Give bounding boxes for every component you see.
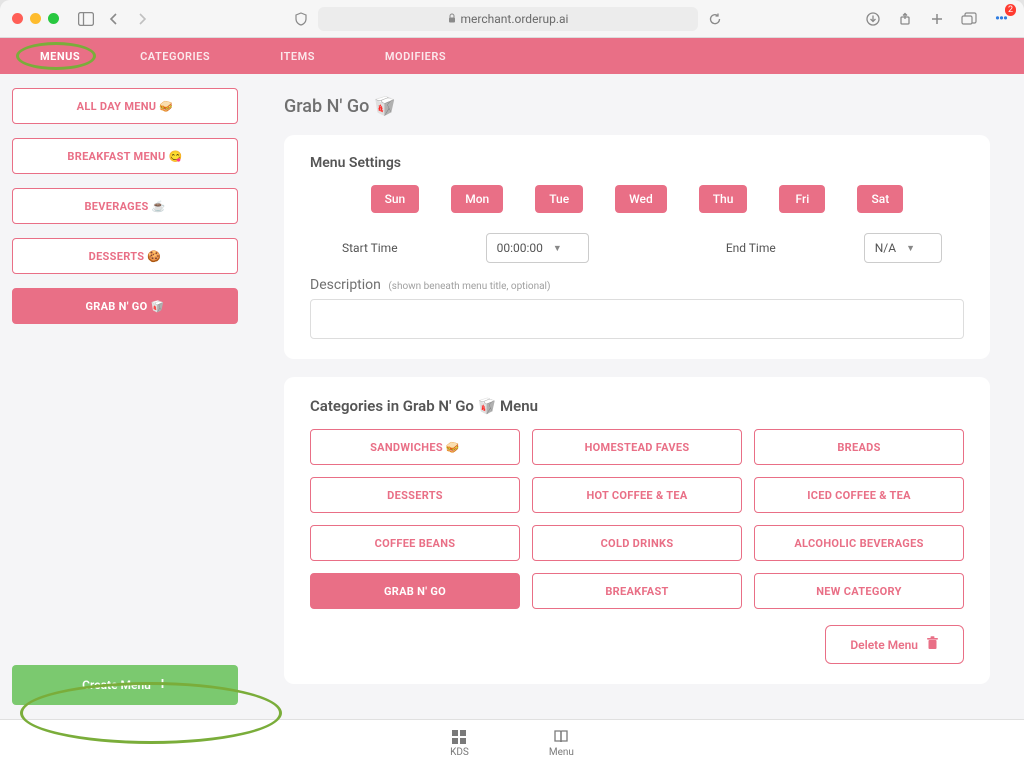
footer-nav: KDS Menu xyxy=(0,719,1024,767)
delete-menu-label: Delete Menu xyxy=(850,638,918,652)
category-sandwiches[interactable]: SANDWICHES 🥪 xyxy=(310,429,520,465)
delete-menu-button[interactable]: Delete Menu xyxy=(825,625,964,664)
browser-toolbar: merchant.orderup.ai ••• 2 xyxy=(0,0,1024,38)
category-breakfast[interactable]: BREAKFAST xyxy=(532,573,742,609)
category-homestead-faves[interactable]: HOMESTEAD FAVES xyxy=(532,429,742,465)
category-coffee-beans[interactable]: COFFEE BEANS xyxy=(310,525,520,561)
download-icon[interactable] xyxy=(862,8,884,30)
footer-menu[interactable]: Menu xyxy=(549,729,574,758)
footer-kds[interactable]: KDS xyxy=(450,729,469,758)
page-title: Grab N' Go 🥡 xyxy=(284,96,990,117)
trash-icon xyxy=(926,636,939,653)
plus-icon xyxy=(157,678,168,692)
menu-settings-card: Menu Settings Sun Mon Tue Wed Thu Fri Sa… xyxy=(284,135,990,359)
day-selector: Sun Mon Tue Wed Thu Fri Sat xyxy=(310,185,964,213)
main-panel: Grab N' Go 🥡 Menu Settings Sun Mon Tue W… xyxy=(250,74,1024,719)
start-time-label: Start Time xyxy=(342,241,398,255)
day-thu[interactable]: Thu xyxy=(699,185,748,213)
description-input[interactable] xyxy=(310,299,964,339)
extensions-icon[interactable]: ••• 2 xyxy=(990,8,1012,30)
end-time-select[interactable]: N/A ▼ xyxy=(864,233,942,263)
sidebar-menu-grab-n-go[interactable]: GRAB N' GO 🥡 xyxy=(12,288,238,324)
close-window-icon[interactable] xyxy=(12,13,23,24)
chevron-down-icon: ▼ xyxy=(553,243,562,254)
end-time-value: N/A xyxy=(875,241,896,255)
share-icon[interactable] xyxy=(894,8,916,30)
tab-modifiers[interactable]: MODIFIERS xyxy=(355,38,476,74)
day-mon[interactable]: Mon xyxy=(451,185,503,213)
new-tab-icon[interactable] xyxy=(926,8,948,30)
minimize-window-icon[interactable] xyxy=(30,13,41,24)
footer-kds-label: KDS xyxy=(450,747,469,758)
end-time-label: End Time xyxy=(726,241,776,255)
tab-menus[interactable]: MENUS xyxy=(10,38,110,74)
tabs-icon[interactable] xyxy=(958,8,980,30)
chevron-down-icon: ▼ xyxy=(906,243,915,254)
extension-badge: 2 xyxy=(1005,4,1016,16)
maximize-window-icon[interactable] xyxy=(48,13,59,24)
sidebar-menu-breakfast[interactable]: BREAKFAST MENU 😋 xyxy=(12,138,238,174)
forward-icon xyxy=(131,8,153,30)
category-alcoholic-beverages[interactable]: ALCOHOLIC BEVERAGES xyxy=(754,525,964,561)
sidebar-menu-desserts[interactable]: DESSERTS 🍪 xyxy=(12,238,238,274)
footer-menu-label: Menu xyxy=(549,747,574,758)
menu-settings-heading: Menu Settings xyxy=(310,155,964,171)
day-sun[interactable]: Sun xyxy=(371,185,420,213)
category-cold-drinks[interactable]: COLD DRINKS xyxy=(532,525,742,561)
sidebar-toggle-icon[interactable] xyxy=(75,8,97,30)
url-text: merchant.orderup.ai xyxy=(461,12,569,26)
create-menu-label: Create Menu xyxy=(82,678,151,692)
grid-icon xyxy=(451,729,467,745)
tab-items[interactable]: ITEMS xyxy=(240,38,355,74)
day-fri[interactable]: Fri xyxy=(779,185,825,213)
description-label: Description (shown beneath menu title, o… xyxy=(310,277,964,293)
window-controls xyxy=(12,13,59,24)
lock-icon xyxy=(447,12,457,26)
day-sat[interactable]: Sat xyxy=(857,185,903,213)
categories-heading: Categories in Grab N' Go 🥡 Menu xyxy=(310,397,964,415)
category-desserts[interactable]: DESSERTS xyxy=(310,477,520,513)
book-icon xyxy=(553,729,569,745)
day-tue[interactable]: Tue xyxy=(535,185,583,213)
day-wed[interactable]: Wed xyxy=(615,185,667,213)
tab-categories[interactable]: CATEGORIES xyxy=(110,38,240,74)
sidebar-menu-beverages[interactable]: BEVERAGES ☕ xyxy=(12,188,238,224)
back-icon[interactable] xyxy=(103,8,125,30)
top-nav: MENUS CATEGORIES ITEMS MODIFIERS xyxy=(0,38,1024,74)
description-hint: (shown beneath menu title, optional) xyxy=(388,281,550,292)
sidebar-menu-all-day[interactable]: ALL DAY MENU 🥪 xyxy=(12,88,238,124)
reload-icon[interactable] xyxy=(704,8,726,30)
category-hot-coffee-tea[interactable]: HOT COFFEE & TEA xyxy=(532,477,742,513)
category-iced-coffee-tea[interactable]: ICED COFFEE & TEA xyxy=(754,477,964,513)
create-menu-button[interactable]: Create Menu xyxy=(12,665,238,705)
start-time-value: 00:00:00 xyxy=(497,241,543,255)
category-breads[interactable]: BREADS xyxy=(754,429,964,465)
address-bar[interactable]: merchant.orderup.ai xyxy=(318,7,698,31)
categories-card: Categories in Grab N' Go 🥡 Menu SANDWICH… xyxy=(284,377,990,684)
start-time-select[interactable]: 00:00:00 ▼ xyxy=(486,233,589,263)
category-grab-n-go[interactable]: GRAB N' GO xyxy=(310,573,520,609)
sidebar: ALL DAY MENU 🥪 BREAKFAST MENU 😋 BEVERAGE… xyxy=(0,74,250,719)
category-new-category[interactable]: NEW CATEGORY xyxy=(754,573,964,609)
shield-icon[interactable] xyxy=(290,8,312,30)
